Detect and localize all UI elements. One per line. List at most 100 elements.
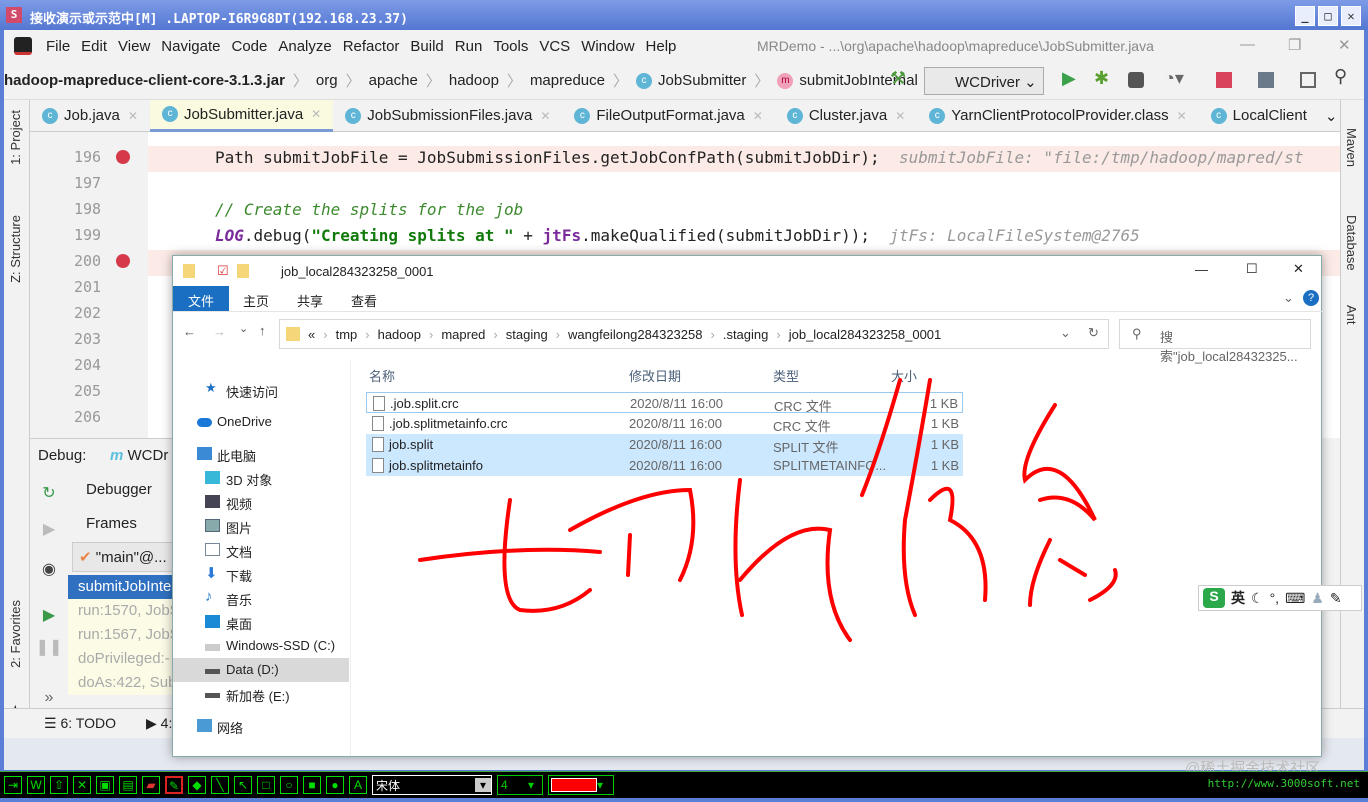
profile-icon[interactable]: ◔▾ [1164,68,1184,88]
close-tab-icon[interactable]: ✕ [128,109,138,123]
path-segment[interactable]: job_local284323258_0001 [789,327,942,342]
breadcrumb-org[interactable]: org [316,72,338,89]
forward-icon[interactable]: → [213,324,226,339]
menu-vcs[interactable]: VCS [539,38,570,55]
nav-videos[interactable]: 视频 [173,490,349,514]
menu-build[interactable]: Build [410,38,443,55]
nav-network[interactable]: 网络 [173,714,349,738]
breadcrumb-jar[interactable]: hadoop-mapreduce-client-core-3.1.3.jar [4,72,285,89]
half-width-moon-icon[interactable]: ☾ [1251,590,1264,607]
restore-icon[interactable]: ❐ [1288,36,1301,54]
tab-fileoutputformat-java[interactable]: c FileOutputFormat.java ✕ [562,100,774,132]
font-select[interactable]: 宋体 ▾ [372,775,492,795]
explorer-close-button[interactable]: ✕ [1293,261,1304,277]
file-row[interactable]: job.split 2020/8/11 16:00 SPLIT 文件 1 KB [366,434,963,455]
help-icon[interactable]: ? [1303,290,1319,306]
stop-icon[interactable] [1216,72,1232,88]
tool-database[interactable]: Database [1344,215,1359,271]
thread-select[interactable]: ✔ "main"@... [72,542,182,572]
tool-ant[interactable]: Ant [1344,305,1359,325]
menu-view[interactable]: View [118,38,150,55]
nav-3d-objects[interactable]: 3D 对象 [173,466,349,490]
expand-ribbon-icon[interactable]: ⌄ [1283,290,1294,306]
frame-item[interactable]: doPrivileged:- [68,647,188,671]
column-type[interactable]: 类型 [773,366,799,385]
tab-cluster-java[interactable]: c Cluster.java ✕ [775,100,917,132]
fill-icon[interactable]: ◆ [188,776,206,794]
path-segment[interactable]: staging [506,327,548,342]
nav-drive-c[interactable]: Windows-SSD (C:) [173,634,349,658]
nav-documents[interactable]: 文档 [173,538,349,562]
line-icon[interactable]: ╲ [211,776,229,794]
save-icon[interactable]: ▣ [96,776,114,794]
path-segment[interactable]: mapred [441,327,485,342]
column-size[interactable]: 大小 [891,366,917,385]
nav-downloads[interactable]: ⬇ 下载 [173,562,349,586]
menu-file[interactable]: File [46,38,70,55]
frame-item[interactable]: run:1567, JobS [68,623,188,647]
clear-icon[interactable]: ✕ [73,776,91,794]
run-icon[interactable]: ▶ [1062,68,1078,88]
refresh-icon[interactable]: ↻ [1088,325,1099,341]
nav-drive-d[interactable]: Data (D:) [173,658,349,682]
pause-icon[interactable]: ❚❚ [30,637,68,657]
frame-item[interactable]: submitJobInte [68,575,188,599]
tab-yarnclientprotocolprovider-class[interactable]: c YarnClientProtocolProvider.class ✕ [917,100,1198,132]
column-date[interactable]: 修改日期 [629,366,681,385]
file-row[interactable]: .job.split.crc 2020/8/11 16:00 CRC 文件 1 KB [366,392,963,414]
text-icon[interactable]: A [349,776,367,794]
exit-icon[interactable]: ⇥ [4,776,22,794]
file-row[interactable]: .job.splitmetainfo.crc 2020/8/11 16:00 CRC… [366,413,963,434]
menu-edit[interactable]: Edit [81,38,107,55]
vendor-url[interactable]: http://www.3000soft.net [1208,777,1360,790]
breadcrumb-hadoop[interactable]: hadoop [449,72,499,89]
settings-wrench-icon[interactable]: ✎ [1330,590,1342,607]
frame-item[interactable]: doAs:422, Sub [68,671,188,695]
ribbon-tab-file[interactable]: 文件 [173,286,229,311]
tool-structure[interactable]: Z: Structure [8,215,23,283]
nav-this-pc[interactable]: 此电脑 [173,442,349,466]
close-tab-icon[interactable]: ✕ [895,109,905,123]
menu-navigate[interactable]: Navigate [161,38,220,55]
minimize-icon[interactable]: — [1240,36,1255,53]
more-icon[interactable]: » [30,689,68,707]
run-config-select[interactable]: WCDriver ⌄ [924,67,1044,95]
search-icon[interactable]: ⚲ [1334,66,1350,86]
path-segment[interactable]: tmp [336,327,358,342]
path-segment[interactable]: hadoop [378,327,421,342]
menu-tools[interactable]: Tools [493,38,528,55]
arrow-icon[interactable]: ↖ [234,776,252,794]
project-structure-icon[interactable] [1258,72,1274,88]
close-tab-icon[interactable]: ✕ [540,109,550,123]
back-icon[interactable]: ← [183,324,196,339]
path-dropdown-icon[interactable]: ⌄ [1060,325,1071,341]
menu-analyze[interactable]: Analyze [278,38,331,55]
close-button[interactable]: ✕ [1341,6,1361,26]
nav-quick-access[interactable]: ★ 快速访问 [173,378,349,402]
nav-music[interactable]: ♪ 音乐 [173,586,349,610]
terminal-icon[interactable] [1300,72,1316,88]
coverage-icon[interactable] [1128,72,1144,88]
menu-code[interactable]: Code [231,38,267,55]
properties-icon[interactable]: ☑ [217,263,229,279]
nav-drive-e[interactable]: 新加卷 (E:) [173,682,349,706]
frame-item[interactable]: run:1570, JobS [68,599,188,623]
breadcrumb-class[interactable]: JobSubmitter [658,72,746,89]
file-row[interactable]: job.splitmetainfo 2020/8/11 16:00 SPLITMET… [366,455,963,476]
tab-jobsubmissionfiles-java[interactable]: c JobSubmissionFiles.java ✕ [333,100,562,132]
filled-rectangle-icon[interactable]: ■ [303,776,321,794]
menu-refactor[interactable]: Refactor [343,38,400,55]
breadcrumb-apache[interactable]: apache [369,72,418,89]
menu-run[interactable]: Run [455,38,483,55]
path-segment[interactable]: .staging [723,327,769,342]
ellipse-icon[interactable]: ○ [280,776,298,794]
search-input[interactable]: ⚲ 搜索"job_local28432325... [1119,319,1311,364]
debug-config-tab[interactable]: m WCDr [110,447,168,464]
breadcrumb-mapreduce[interactable]: mapreduce [530,72,605,89]
address-bar[interactable]: «› tmp › hadoop › mapred › staging › wangfei… [279,319,1109,349]
color-select[interactable]: ▾ [548,775,614,795]
explorer-minimize-button[interactable]: — [1195,262,1208,277]
path-segment[interactable]: wangfeilong284323258 [568,327,702,342]
eraser-icon[interactable]: ▰ [142,776,160,794]
close-tab-icon[interactable]: ✕ [311,107,321,121]
